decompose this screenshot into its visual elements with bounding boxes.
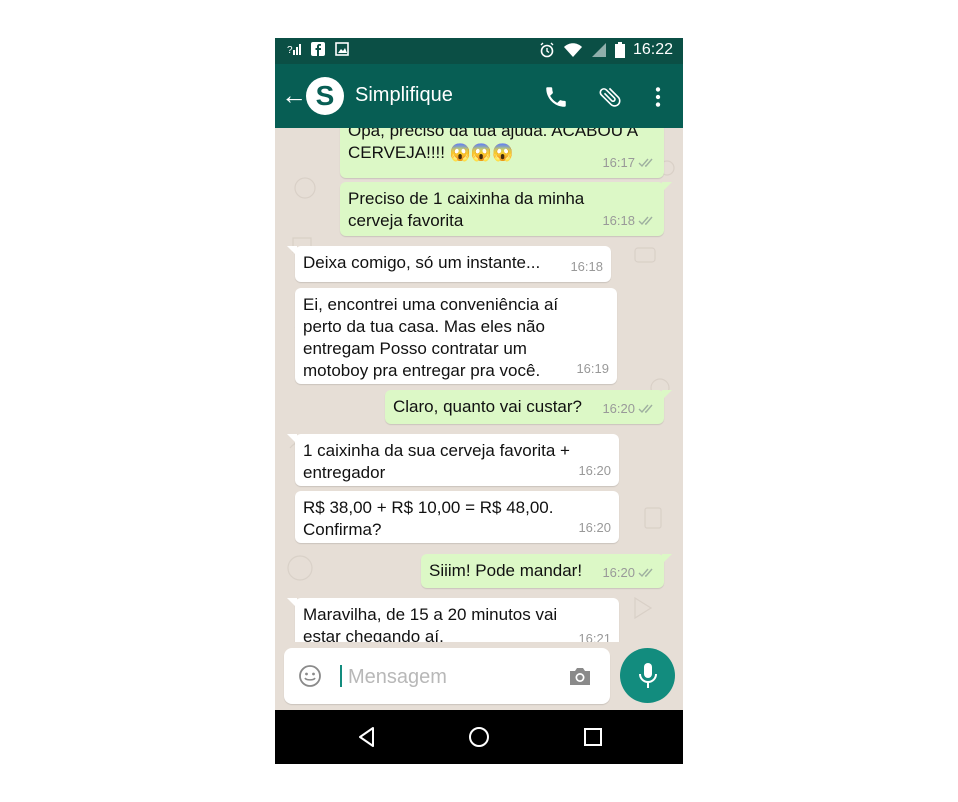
more-vert-icon[interactable]	[645, 84, 671, 110]
battery-icon	[614, 42, 625, 58]
app-bar: ← S Simplifique	[275, 64, 683, 128]
read-ticks-icon	[638, 158, 653, 168]
android-nav-bar	[275, 710, 683, 764]
message-incoming[interactable]: Maravilha, de 15 a 20 minutos vai estar …	[287, 598, 619, 642]
message-time: 16:20	[578, 463, 611, 478]
emoji-icon[interactable]	[298, 664, 322, 688]
message-time: 16:20	[602, 401, 635, 416]
message-time: 16:21	[578, 631, 611, 642]
message-time: 16:17	[602, 155, 635, 170]
cell-signal-icon	[591, 43, 606, 57]
phone-screen: ? 16:22 ← S Simplifique Opa, preciso da …	[275, 38, 683, 764]
message-time: 16:18	[570, 259, 603, 274]
message-meta: 16:20	[602, 562, 656, 584]
message-text: 1 caixinha da sua cerveja favorita + ent…	[303, 441, 570, 482]
message-meta: 16:21	[578, 628, 611, 642]
status-time: 16:22	[632, 41, 673, 58]
message-text: R$ 38,00 + R$ 10,00 = R$ 48,00. Confirma…	[303, 498, 554, 539]
image-icon	[335, 42, 349, 56]
contact-name[interactable]: Simplifique	[355, 84, 453, 107]
text-cursor	[340, 665, 342, 687]
message-outgoing[interactable]: Preciso de 1 caixinha da minha cerveja f…	[340, 182, 672, 236]
message-incoming[interactable]: 1 caixinha da sua cerveja favorita + ent…	[287, 434, 619, 486]
message-outgoing[interactable]: Siiim! Pode mandar! 16:20	[421, 554, 672, 588]
read-ticks-icon	[638, 216, 653, 226]
status-right: 16:22	[539, 41, 673, 59]
message-meta: 16:19	[576, 358, 609, 380]
wifi-icon	[563, 43, 582, 57]
bubble-tail	[662, 390, 672, 400]
message-meta: 16:17	[602, 152, 656, 174]
read-ticks-icon	[638, 404, 653, 414]
svg-text:?: ?	[287, 45, 293, 56]
message-meta: 16:18	[570, 256, 603, 278]
message-meta: 16:18	[602, 210, 656, 232]
input-bar	[275, 642, 683, 710]
message-input[interactable]	[346, 662, 570, 692]
bubble-tail	[662, 182, 672, 192]
chat-area[interactable]: Opa, preciso da tua ajuda. ACABOU A CERV…	[275, 128, 683, 642]
message-meta: 16:20	[578, 460, 611, 482]
message-outgoing[interactable]: Claro, quanto vai custar? 16:20	[385, 390, 672, 424]
signal-unknown-icon: ?	[287, 44, 301, 56]
bubble-tail	[287, 246, 297, 256]
message-time: 16:19	[576, 361, 609, 376]
back-triangle-icon[interactable]	[355, 725, 379, 749]
message-incoming[interactable]: Deixa comigo, só um instante... 16:18	[287, 246, 611, 282]
message-meta: 16:20	[602, 398, 656, 420]
message-outgoing[interactable]: Opa, preciso da tua ajuda. ACABOU A CERV…	[340, 128, 664, 178]
bubble-tail	[287, 598, 297, 608]
alarm-icon	[540, 42, 554, 58]
camera-icon[interactable]	[568, 665, 592, 687]
message-time: 16:20	[602, 565, 635, 580]
attach-icon[interactable]	[597, 84, 623, 110]
message-incoming[interactable]: R$ 38,00 + R$ 10,00 = R$ 48,00. Confirma…	[295, 491, 619, 543]
bubble-tail	[287, 434, 297, 444]
status-bar: ? 16:22	[275, 38, 683, 64]
recents-square-icon[interactable]	[581, 725, 605, 749]
message-time: 16:20	[578, 520, 611, 535]
message-text: Deixa comigo, só um instante...	[303, 253, 541, 272]
facebook-icon	[311, 42, 325, 56]
message-meta: 16:20	[578, 517, 611, 539]
status-left: ?	[287, 42, 349, 56]
avatar[interactable]: S	[306, 77, 344, 115]
bubble-tail	[662, 554, 672, 564]
back-arrow-icon[interactable]: ←	[281, 82, 307, 108]
message-input-box[interactable]	[284, 648, 610, 704]
message-incoming[interactable]: Ei, encontrei uma conveniência aí perto …	[295, 288, 617, 384]
message-time: 16:18	[602, 213, 635, 228]
mic-icon	[639, 663, 657, 688]
home-circle-icon[interactable]	[467, 725, 491, 749]
read-ticks-icon	[638, 568, 653, 578]
message-text: Ei, encontrei uma conveniência aí perto …	[303, 295, 559, 380]
mic-button[interactable]	[620, 648, 675, 703]
phone-icon[interactable]	[543, 84, 569, 110]
message-text: Maravilha, de 15 a 20 minutos vai estar …	[303, 605, 558, 642]
